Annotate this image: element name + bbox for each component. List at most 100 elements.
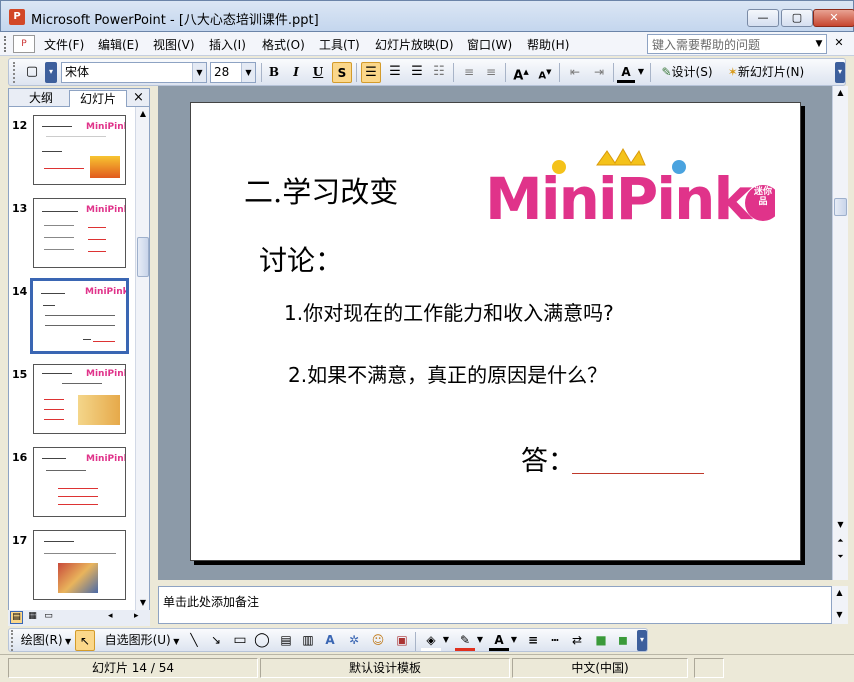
scroll-thumb[interactable] [137,237,149,277]
3d-style-icon[interactable]: ◼ [613,630,633,651]
align-right-icon[interactable]: ☰ [407,62,427,83]
diagram-icon[interactable]: ✲ [345,630,363,651]
scroll-down-icon[interactable]: ▼ [136,596,150,610]
line-color-dropdown-icon[interactable]: ▼ [475,630,485,651]
textbox-tool-icon[interactable]: ▤ [277,630,295,651]
notes-placeholder[interactable]: 单击此处添加备注 [163,593,259,610]
menu-view[interactable]: 视图(V) [153,36,195,53]
font-color-dropdown-icon[interactable]: ▼ [509,630,519,651]
arrow-style-icon[interactable]: ⇄ [567,630,587,651]
pane-close-icon[interactable]: × [133,90,144,105]
autoshapes-menu-button[interactable]: 自选图形(U) ▼ [101,630,183,651]
slide-sorter-icon[interactable]: ▦ [26,611,39,624]
font-name-select[interactable]: 宋体 ▼ [61,62,207,83]
minipink-logo[interactable]: MiniPink 迷你品 [477,145,781,239]
slide-title[interactable]: 二.学习改变 [244,169,398,211]
bullet-list-icon[interactable]: ≡ [481,62,501,83]
scroll-thumb[interactable] [834,198,847,216]
vertical-textbox-icon[interactable]: ▥ [299,630,317,651]
minimize-button[interactable]: — [747,9,779,27]
notes-scrollbar[interactable]: ▲ ▼ [832,586,848,624]
answer-label[interactable]: 答： [521,439,575,478]
design-template[interactable]: 默认设计模板 [260,658,510,678]
menu-help[interactable]: 帮助(H) [527,36,569,53]
powerpoint-app-icon[interactable]: P [9,9,25,25]
shrink-font-icon[interactable]: A▼ [535,62,555,83]
tab-outline[interactable]: 大纲 [17,90,65,107]
font-size-select[interactable]: 28 ▼ [210,62,256,83]
rectangle-tool-icon[interactable]: ▭ [231,630,249,651]
menubar-grip[interactable] [4,36,8,52]
help-search-input[interactable]: 键入需要帮助的问题 [647,34,827,54]
font-color-icon[interactable]: A [489,630,509,651]
menu-tools[interactable]: 工具(T) [319,36,360,53]
notes-pane[interactable]: 单击此处添加备注 [158,586,832,624]
slide-thumbnail[interactable]: MiniPink [33,198,126,268]
design-button[interactable]: ✎设计(S) [655,62,719,83]
select-pointer-icon[interactable]: ↖ [75,630,95,651]
slide-thumbnail[interactable] [33,530,126,600]
menu-edit[interactable]: 编辑(E) [98,36,139,53]
picture-icon[interactable]: ▣ [393,630,411,651]
maximize-button[interactable]: ▢ [781,9,813,27]
scroll-down-icon[interactable]: ▼ [832,608,847,622]
previous-slide-icon[interactable]: ⏶ [833,534,848,548]
toolbar-options-icon[interactable]: ▾ [45,62,57,83]
slide-thumbnail[interactable]: MiniPink [33,447,126,517]
slide-canvas[interactable]: 二.学习改变 MiniPink 迷你品 讨论： 1.你对现在的工作能力和收入满意… [190,102,801,561]
slide-vertical-scrollbar[interactable]: ▲ ▼ ⏶ ⏷ [832,86,848,580]
close-button[interactable]: ✕ [813,9,854,27]
menu-window[interactable]: 窗口(W) [467,36,512,53]
slideshow-icon[interactable]: ▭ [42,611,55,624]
font-color-dropdown-icon[interactable]: ▼ [636,62,646,83]
question-1[interactable]: 1.你对现在的工作能力和收入满意吗? [284,297,614,326]
slide-thumbnail[interactable]: MiniPink [33,364,126,434]
arrow-tool-icon[interactable]: ↘ [207,630,225,651]
slide-thumbnail[interactable]: MiniPink [33,115,126,185]
line-color-icon[interactable]: ✎ [455,630,475,651]
line-style-icon[interactable]: ≡ [523,630,543,651]
font-color-button[interactable]: A [617,62,635,83]
menu-format[interactable]: 格式(O) [262,36,305,53]
decrease-indent-icon[interactable]: ⇤ [565,62,585,83]
help-dropdown-icon[interactable]: ▼ [812,35,826,53]
increase-indent-icon[interactable]: ⇥ [589,62,609,83]
tab-slides[interactable]: 幻灯片 [69,90,127,107]
oval-tool-icon[interactable]: ◯ [253,630,271,651]
doc-close-icon[interactable]: ✕ [832,36,846,52]
scroll-down-icon[interactable]: ▼ [833,518,848,532]
new-doc-icon[interactable]: ▢ [23,62,41,83]
dash-style-icon[interactable]: ┅ [545,630,565,651]
scroll-up-icon[interactable]: ▲ [136,107,150,121]
toolbar-grip[interactable] [11,630,19,651]
scroll-right-icon[interactable]: ▸ [134,611,139,621]
scroll-left-icon[interactable]: ◂ [108,611,113,621]
shadow-button[interactable]: S [332,62,352,83]
question-2[interactable]: 2.如果不满意，真正的原因是什么？ [288,359,607,388]
toolbar-options-icon[interactable]: ▾ [835,62,845,83]
wordart-icon[interactable]: A [321,630,339,651]
menu-file[interactable]: 文件(F) [44,36,84,53]
draw-menu-button[interactable]: 绘图(R) ▼ [19,630,73,651]
align-left-icon[interactable]: ☰ [361,62,381,83]
menu-slideshow[interactable]: 幻灯片放映(D) [375,36,454,53]
scroll-up-icon[interactable]: ▲ [833,86,848,100]
menu-insert[interactable]: 插入(I) [209,36,246,53]
fill-color-icon[interactable]: ◈ [421,630,441,651]
thumbnail-scrollbar[interactable]: ▲ ▼ [135,107,149,610]
line-tool-icon[interactable]: ╲ [185,630,203,651]
discussion-label[interactable]: 讨论： [259,239,343,279]
italic-button[interactable]: I [287,62,305,83]
slide-thumbnail-selected[interactable]: MiniPink [30,278,129,354]
normal-view-icon[interactable]: ▤ [10,611,23,624]
clipart-icon[interactable]: ☺ [369,630,387,651]
toolbar-options-icon[interactable]: ▾ [637,630,647,651]
fill-color-dropdown-icon[interactable]: ▼ [441,630,451,651]
new-slide-button[interactable]: ✶新幻灯片(N) [721,62,811,83]
numbered-list-icon[interactable]: ≡ [459,62,479,83]
underline-button[interactable]: U [309,62,327,83]
bold-button[interactable]: B [265,62,283,83]
document-icon[interactable]: P [13,35,35,53]
grow-font-icon[interactable]: A▲ [511,62,531,83]
scroll-up-icon[interactable]: ▲ [832,586,847,600]
